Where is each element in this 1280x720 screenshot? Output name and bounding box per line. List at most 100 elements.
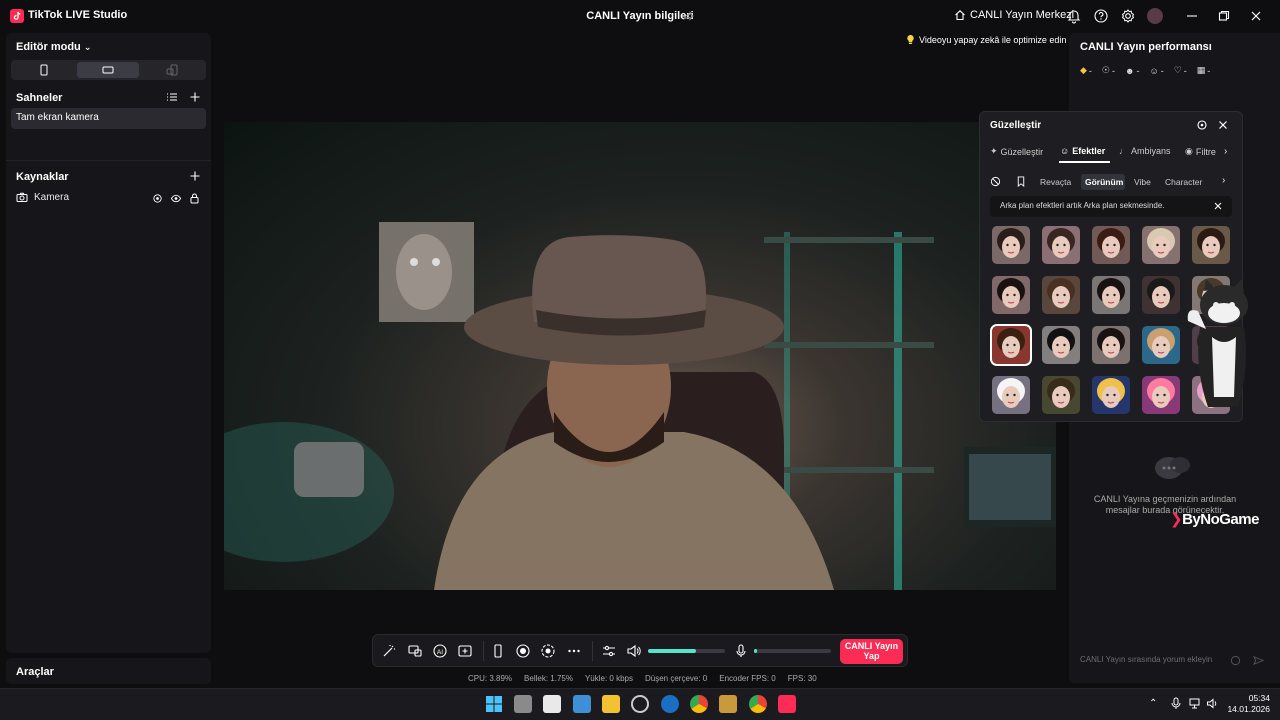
volume-icon[interactable] (1206, 697, 1219, 710)
sub-tab-appearance[interactable]: Görünüm (1085, 177, 1123, 187)
network-icon[interactable] (1188, 697, 1201, 710)
metric-diamonds[interactable]: ◆ - (1080, 65, 1092, 76)
effect-thumbnail[interactable] (990, 324, 1032, 366)
effect-thumbnail[interactable] (1042, 276, 1080, 314)
effect-thumbnail[interactable] (1192, 226, 1230, 264)
source-item[interactable]: Kamera (16, 192, 69, 203)
effect-thumbnail[interactable] (1142, 226, 1180, 264)
chevron-up-icon[interactable]: ⌃ (1149, 698, 1157, 709)
magic-wand-icon[interactable] (381, 643, 397, 659)
mic-slider[interactable] (754, 649, 831, 653)
task-view-icon[interactable] (514, 695, 532, 713)
metric-followers[interactable]: ☺ - (1149, 65, 1163, 76)
effect-thumbnail[interactable] (1092, 226, 1130, 264)
record-icon[interactable] (515, 643, 531, 659)
tab-beautify[interactable]: ✦ Güzelleştir (990, 146, 1043, 157)
sub-chevron-right-icon[interactable]: › (1222, 175, 1225, 186)
no-effect-icon[interactable] (990, 176, 1001, 187)
avatar[interactable] (1147, 8, 1163, 24)
sub-tab-trending[interactable]: Revaçta (1040, 177, 1071, 187)
tab-label: Güzelleştir (1000, 146, 1044, 157)
editor-mode-dropdown[interactable]: Editör modu ⌄ (16, 41, 91, 53)
media-player-icon[interactable] (719, 695, 737, 713)
notice-close-icon[interactable] (1213, 201, 1223, 211)
obs-icon[interactable] (631, 695, 649, 713)
ai-icon[interactable]: AI (432, 643, 448, 659)
chrome-profile-icon[interactable] (749, 695, 767, 713)
effect-thumbnail[interactable] (1142, 326, 1180, 364)
effect-thumbnail[interactable] (1092, 326, 1130, 364)
ai-optimize-link[interactable]: Videoyu yapay zekâ ile optimize edin (906, 34, 1066, 45)
reset-icon[interactable] (1196, 119, 1208, 131)
share-icon[interactable] (682, 10, 694, 22)
more-icon[interactable] (566, 643, 582, 659)
add-source-icon[interactable] (189, 170, 201, 182)
sub-tab-vibe[interactable]: Vibe (1134, 177, 1151, 187)
bell-icon[interactable] (1066, 8, 1082, 24)
metric-coins[interactable]: ☉ - (1102, 65, 1115, 76)
camera-preview[interactable] (224, 122, 1056, 590)
live-info-title[interactable]: CANLI Yayın bilgileri (560, 10, 720, 22)
speaker-icon[interactable] (626, 643, 642, 659)
bookmark-icon[interactable] (1016, 176, 1026, 187)
effect-thumbnail[interactable] (1042, 376, 1080, 414)
close-icon[interactable] (1248, 8, 1264, 24)
add-media-icon[interactable] (457, 643, 473, 659)
audio-mixer-icon[interactable] (601, 643, 617, 659)
effect-thumbnail[interactable] (992, 376, 1030, 414)
restore-icon[interactable] (1216, 8, 1232, 24)
minimize-icon[interactable] (1184, 8, 1200, 24)
effect-thumbnail[interactable] (992, 276, 1030, 314)
effect-thumbnail[interactable] (1142, 276, 1180, 314)
steam-icon[interactable] (661, 695, 679, 713)
file-explorer-icon[interactable] (602, 695, 620, 713)
metric-likes[interactable]: ♡ - (1174, 65, 1187, 76)
phone-icon[interactable] (490, 643, 506, 659)
metric-viewers[interactable]: ☻ - (1125, 65, 1139, 76)
list-icon[interactable] (166, 91, 178, 103)
windows-start-icon[interactable] (485, 695, 503, 713)
capture-app-icon[interactable] (543, 695, 561, 713)
sub-tab-character[interactable]: Character (1165, 177, 1202, 187)
help-icon[interactable] (1093, 8, 1109, 24)
microphone-icon[interactable] (733, 643, 749, 659)
dual-mode-button[interactable] (141, 62, 203, 78)
tray-mic-icon[interactable] (1170, 697, 1182, 710)
emoji-icon[interactable] (1230, 655, 1241, 666)
eye-icon[interactable] (170, 193, 182, 204)
stat-memory: Bellek: 1.75% (524, 674, 573, 683)
live-center-button[interactable]: CANLI Yayın Merkezi (954, 9, 1074, 21)
go-live-button[interactable]: CANLI Yayın Yap (840, 639, 903, 664)
photos-icon[interactable] (573, 695, 591, 713)
tab-effects[interactable]: ☺ Efektler (1060, 146, 1105, 156)
effect-thumbnail[interactable] (1042, 226, 1080, 264)
add-scene-icon[interactable] (189, 91, 201, 103)
lock-icon[interactable] (189, 192, 200, 204)
send-icon[interactable] (1253, 655, 1264, 666)
panel-close-icon[interactable] (1217, 119, 1229, 131)
screen-share-icon[interactable] (407, 643, 423, 659)
gear-icon[interactable] (1120, 8, 1136, 24)
metric-gifts[interactable]: ▦ - (1197, 65, 1211, 76)
tiktok-live-studio-icon[interactable] (778, 695, 796, 713)
metric-value: - (1160, 65, 1164, 76)
portrait-mode-button[interactable] (13, 62, 75, 78)
landscape-mode-button[interactable] (77, 62, 139, 78)
effect-thumbnail[interactable] (1042, 326, 1080, 364)
effect-thumbnail[interactable] (1142, 376, 1180, 414)
tab-filters[interactable]: ◉ Filtre (1185, 146, 1219, 157)
chrome-icon[interactable] (690, 695, 708, 713)
effect-thumbnail[interactable] (1092, 276, 1130, 314)
source-settings-icon[interactable] (152, 193, 163, 204)
effect-thumbnail[interactable] (992, 226, 1030, 264)
replay-icon[interactable] (540, 643, 556, 659)
chat-input[interactable]: CANLI Yayın sırasında yorum ekleyin (1075, 650, 1245, 670)
metric-value: - (1136, 65, 1140, 76)
cat-sticker (1184, 277, 1268, 412)
sources-heading: Kaynaklar (16, 171, 69, 183)
tab-ambiance[interactable]: ♩ Ambiyans (1119, 146, 1171, 156)
scene-item[interactable]: Tam ekran kamera (11, 108, 206, 129)
system-clock[interactable]: 05:34 14.01.2026 (1222, 693, 1270, 715)
chevron-right-icon[interactable]: › (1224, 146, 1227, 157)
effect-thumbnail[interactable] (1092, 376, 1130, 414)
